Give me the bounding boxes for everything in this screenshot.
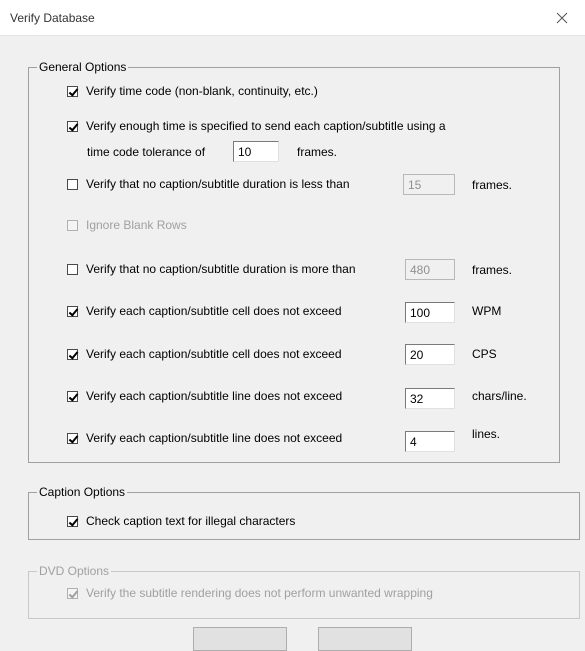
lines-unit: lines. bbox=[472, 427, 501, 441]
cancel-button[interactable] bbox=[318, 627, 412, 651]
max-duration-checkbox[interactable] bbox=[67, 263, 78, 275]
lines-checkbox[interactable] bbox=[67, 432, 78, 444]
illegal-chars-checkbox[interactable] bbox=[67, 515, 78, 527]
ignore-blank-label: Ignore Blank Rows bbox=[86, 218, 187, 232]
tolerance-unit: frames. bbox=[297, 145, 338, 159]
max-duration-row: Verify that no caption/subtitle duration… bbox=[67, 262, 356, 276]
enough-time-row: Verify enough time is specified to send … bbox=[67, 119, 446, 133]
min-duration-unit: frames. bbox=[472, 178, 513, 192]
wrapping-label: Verify the subtitle rendering does not p… bbox=[86, 586, 433, 600]
enough-time-label-line1: Verify enough time is specified to send … bbox=[86, 119, 446, 133]
cps-unit: CPS bbox=[472, 347, 497, 361]
wpm-label: Verify each caption/subtitle cell does n… bbox=[86, 304, 342, 318]
ignore-blank-checkbox bbox=[67, 219, 78, 231]
wpm-input[interactable]: 100 bbox=[405, 302, 455, 323]
max-duration-label: Verify that no caption/subtitle duration… bbox=[86, 262, 356, 276]
enough-time-label-line2: time code tolerance of bbox=[87, 145, 206, 159]
chars-label: Verify each caption/subtitle line does n… bbox=[86, 389, 343, 403]
lines-input[interactable]: 4 bbox=[405, 431, 455, 452]
wpm-unit: WPM bbox=[472, 304, 502, 318]
dvd-options-legend: DVD Options bbox=[37, 564, 112, 578]
time-code-label: Verify time code (non-blank, continuity,… bbox=[86, 84, 318, 98]
tolerance-input[interactable]: 10 bbox=[233, 141, 279, 162]
min-duration-input: 15 bbox=[403, 174, 455, 195]
wpm-checkbox[interactable] bbox=[67, 305, 78, 317]
chars-unit: chars/line. bbox=[472, 389, 527, 403]
close-icon[interactable] bbox=[539, 0, 585, 36]
min-duration-checkbox[interactable] bbox=[67, 178, 78, 190]
cps-row: Verify each caption/subtitle cell does n… bbox=[67, 347, 342, 361]
time-code-checkbox[interactable] bbox=[67, 85, 78, 97]
chars-checkbox[interactable] bbox=[67, 390, 78, 402]
wpm-row: Verify each caption/subtitle cell does n… bbox=[67, 304, 342, 318]
cps-label: Verify each caption/subtitle cell does n… bbox=[86, 347, 342, 361]
illegal-chars-label: Check caption text for illegal character… bbox=[86, 514, 296, 528]
max-duration-input: 480 bbox=[405, 259, 455, 280]
lines-label: Verify each caption/subtitle line does n… bbox=[86, 431, 343, 445]
wrapping-row: Verify the subtitle rendering does not p… bbox=[67, 586, 433, 600]
ignore-blank-row: Ignore Blank Rows bbox=[67, 218, 187, 232]
ok-button[interactable] bbox=[193, 627, 287, 651]
title-bar: Verify Database bbox=[0, 0, 585, 36]
chars-input[interactable]: 32 bbox=[405, 388, 455, 409]
caption-options-legend: Caption Options bbox=[37, 485, 128, 499]
cps-checkbox[interactable] bbox=[67, 348, 78, 360]
window-title: Verify Database bbox=[10, 11, 95, 25]
chars-row: Verify each caption/subtitle line does n… bbox=[67, 389, 342, 403]
max-duration-unit: frames. bbox=[472, 263, 513, 277]
min-duration-row: Verify that no caption/subtitle duration… bbox=[67, 177, 350, 191]
time-code-row: Verify time code (non-blank, continuity,… bbox=[67, 84, 318, 98]
lines-row: Verify each caption/subtitle line does n… bbox=[67, 431, 342, 445]
wrapping-checkbox bbox=[67, 587, 78, 599]
enough-time-checkbox[interactable] bbox=[67, 120, 78, 132]
cps-input[interactable]: 20 bbox=[405, 344, 455, 365]
enough-time-row2: time code tolerance of bbox=[87, 145, 205, 159]
illegal-chars-row: Check caption text for illegal character… bbox=[67, 514, 295, 528]
min-duration-label: Verify that no caption/subtitle duration… bbox=[86, 177, 350, 191]
general-options-legend: General Options bbox=[37, 60, 129, 74]
